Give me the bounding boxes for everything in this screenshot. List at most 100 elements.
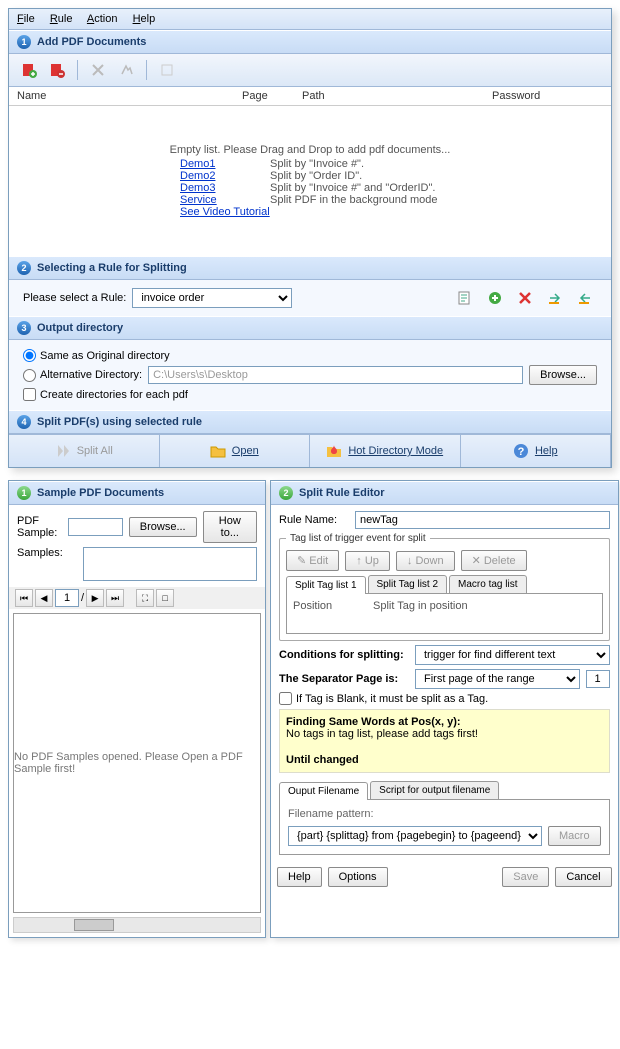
same-dir-option[interactable]: Same as Original directory <box>23 349 597 362</box>
video-tutorial-link[interactable]: See Video Tutorial <box>180 206 270 218</box>
rule-add-icon[interactable] <box>483 286 507 310</box>
tool-button-3[interactable] <box>86 58 110 82</box>
conditions-label: Conditions for splitting: <box>279 649 409 661</box>
blank-tag-checkbox[interactable] <box>279 692 292 705</box>
split-all-button[interactable]: Split All <box>9 435 160 467</box>
scrollbar-thumb[interactable] <box>74 919 114 931</box>
tool-button-5[interactable] <box>155 58 179 82</box>
tool-button-4[interactable] <box>114 58 138 82</box>
demo1-desc: Split by "Invoice #". <box>270 158 364 170</box>
editor-options-button[interactable]: Options <box>328 867 388 887</box>
col-name[interactable]: Name <box>17 90 242 102</box>
col-page[interactable]: Page <box>242 90 302 102</box>
rule-name-input[interactable] <box>355 511 610 529</box>
editor-help-button[interactable]: Help <box>277 867 322 887</box>
browse-dir-button[interactable]: Browse... <box>529 365 597 385</box>
tag-up-button[interactable]: ↑ Up <box>345 551 390 571</box>
alt-dir-input[interactable] <box>148 366 523 384</box>
pdf-sample-input[interactable] <box>68 518 123 536</box>
demo2-link[interactable]: Demo2 <box>180 170 270 182</box>
page-input[interactable] <box>55 589 79 607</box>
add-pdf-button[interactable] <box>17 58 41 82</box>
separator-number[interactable] <box>586 670 610 688</box>
rule-import-icon[interactable] <box>543 286 567 310</box>
demo1-link[interactable]: Demo1 <box>180 158 270 170</box>
create-dirs-option[interactable]: Create directories for each pdf <box>23 388 597 401</box>
tag-tab-body: Position Split Tag in position <box>286 594 603 634</box>
pattern-select[interactable]: {part} {splittag} from {pagebegin} to {p… <box>288 826 542 846</box>
zoom-actual-icon[interactable]: □ <box>156 589 174 607</box>
nav-next-icon[interactable]: ▶ <box>86 589 104 607</box>
step-4-badge: 4 <box>17 415 31 429</box>
tab-split-tag-2[interactable]: Split Tag list 2 <box>368 575 448 593</box>
main-window: File Rule Action Help 1 Add PDF Document… <box>8 8 612 468</box>
section-3-title: Output directory <box>37 322 123 334</box>
nav-first-icon[interactable]: ⏮ <box>15 589 33 607</box>
file-list-empty[interactable]: Empty list. Please Drag and Drop to add … <box>9 106 611 256</box>
alt-dir-radio[interactable] <box>23 369 36 382</box>
menu-action[interactable]: Action <box>87 13 118 25</box>
demo2-desc: Split by "Order ID". <box>270 170 362 182</box>
sample-pane: 1 Sample PDF Documents PDF Sample: Brows… <box>8 480 266 938</box>
column-headers: Name Page Path Password <box>9 87 611 106</box>
open-button[interactable]: Open <box>160 435 311 467</box>
tab-output-script[interactable]: Script for output filename <box>370 781 499 799</box>
conditions-select[interactable]: trigger for find different text <box>415 645 610 665</box>
page-nav: ⏮ ◀ / ▶ ⏭ ⛶ □ <box>9 587 265 609</box>
tag-tabs: Split Tag list 1 Split Tag list 2 Macro … <box>286 575 603 594</box>
samples-textarea[interactable] <box>83 547 257 581</box>
step-1-badge: 1 <box>17 35 31 49</box>
step-3-badge: 3 <box>17 321 31 335</box>
page-of: / <box>81 592 84 604</box>
editor-footer: Help Options Save Cancel <box>271 861 618 893</box>
svg-text:?: ? <box>518 446 525 458</box>
col-path[interactable]: Path <box>302 90 492 102</box>
nav-last-icon[interactable]: ⏭ <box>106 589 124 607</box>
demo3-link[interactable]: Demo3 <box>180 182 270 194</box>
rule-delete-icon[interactable] <box>513 286 537 310</box>
editor-save-button[interactable]: Save <box>502 867 549 887</box>
editor-title: Split Rule Editor <box>299 487 385 499</box>
separator-select[interactable]: First page of the range <box>415 669 580 689</box>
howto-button[interactable]: How to... <box>203 511 257 543</box>
menu-rule[interactable]: Rule <box>50 13 73 25</box>
tag-edit-button[interactable]: ✎ Edit <box>286 550 339 571</box>
col-password[interactable]: Password <box>492 90 572 102</box>
tab-split-tag-1[interactable]: Split Tag list 1 <box>286 576 366 594</box>
remove-pdf-button[interactable] <box>45 58 69 82</box>
service-link[interactable]: Service <box>180 194 270 206</box>
tag-down-button[interactable]: ↓ Down <box>396 551 455 571</box>
samples-label: Samples: <box>17 547 77 559</box>
sample-header: 1 Sample PDF Documents <box>9 481 265 505</box>
tag-list-fieldset: Tag list of trigger event for split ✎ Ed… <box>279 533 610 641</box>
help-button[interactable]: ?Help <box>461 435 612 467</box>
col-position: Position <box>293 600 373 612</box>
menu-file[interactable]: File <box>17 13 35 25</box>
alt-dir-option[interactable]: Alternative Directory: <box>23 369 142 382</box>
section-2-header: 2 Selecting a Rule for Splitting <box>9 256 611 280</box>
menu-help[interactable]: Help <box>133 13 156 25</box>
tab-output-filename[interactable]: Ouput Filename <box>279 782 368 800</box>
create-dirs-checkbox[interactable] <box>23 388 36 401</box>
rule-export-icon[interactable] <box>573 286 597 310</box>
finding-words-panel: Finding Same Words at Pos(x, y): No tags… <box>279 709 610 773</box>
hot-directory-button[interactable]: Hot Directory Mode <box>310 435 461 467</box>
until-changed: Until changed <box>286 754 359 766</box>
zoom-fit-icon[interactable]: ⛶ <box>136 589 154 607</box>
pattern-label: Filename pattern: <box>288 808 601 820</box>
browse-sample-button[interactable]: Browse... <box>129 517 197 537</box>
tag-delete-button[interactable]: ✕ Delete <box>461 550 527 571</box>
rule-edit-icon[interactable] <box>453 286 477 310</box>
editor-cancel-button[interactable]: Cancel <box>555 867 611 887</box>
separator <box>146 60 147 80</box>
tab-macro-tag[interactable]: Macro tag list <box>449 575 526 593</box>
macro-button[interactable]: Macro <box>548 826 601 846</box>
blank-tag-option[interactable]: If Tag is Blank, it must be split as a T… <box>279 692 610 705</box>
separator-label: The Separator Page is: <box>279 673 409 685</box>
rule-select[interactable]: invoice order <box>132 288 291 308</box>
pdf-viewer[interactable]: No PDF Samples opened. Please Open a PDF… <box>13 613 261 913</box>
viewer-scrollbar[interactable] <box>13 917 261 933</box>
same-dir-radio[interactable] <box>23 349 36 362</box>
service-desc: Split PDF in the background mode <box>270 194 438 206</box>
nav-prev-icon[interactable]: ◀ <box>35 589 53 607</box>
